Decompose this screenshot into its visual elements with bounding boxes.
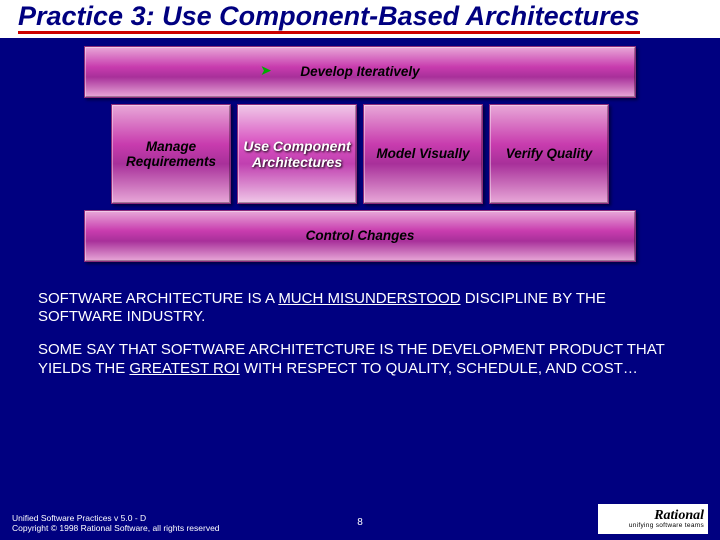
text: SOFTWARE ARCHITECTURE IS A (38, 290, 278, 307)
paragraph-2: SOME SAY THAT SOFTWARE ARCHITETCTURE IS … (38, 341, 682, 379)
body-copy: SOFTWARE ARCHITECTURE IS A MUCH MISUNDER… (0, 276, 720, 379)
logo-brand: Rational (602, 509, 704, 523)
footer-copyright: Copyright © 1998 Rational Software, all … (12, 523, 220, 534)
text: WITH RESPECT TO QUALITY, SCHEDULE, AND C… (240, 360, 638, 377)
footer: Unified Software Practices v 5.0 - D Cop… (0, 504, 720, 534)
piece-label: Use Component Architectures (242, 138, 352, 170)
footer-version: Unified Software Practices v 5.0 - D (12, 513, 220, 524)
text-underlined: MUCH MISUNDERSTOOD (278, 290, 460, 307)
paragraph-1: SOFTWARE ARCHITECTURE IS A MUCH MISUNDER… (38, 290, 682, 328)
rational-logo: Rational unifying software teams (598, 504, 708, 534)
logo-tagline: unifying software teams (602, 523, 704, 530)
piece-label: Verify Quality (506, 146, 593, 161)
piece-develop-iteratively: Develop Iteratively (84, 46, 636, 98)
piece-control-changes: Control Changes (84, 210, 636, 262)
arrow-icon: ➤ (260, 62, 272, 79)
footer-left: Unified Software Practices v 5.0 - D Cop… (12, 513, 220, 534)
title-bar: Practice 3: Use Component-Based Architec… (0, 0, 720, 38)
piece-label: Model Visually (376, 146, 469, 161)
practices-puzzle: Develop Iteratively Manage Requirements … (80, 38, 640, 276)
piece-verify-quality: Verify Quality (489, 104, 609, 204)
piece-label: Manage Requirements (116, 139, 226, 169)
piece-model-visually: Model Visually (363, 104, 483, 204)
slide-title: Practice 3: Use Component-Based Architec… (18, 1, 640, 34)
piece-manage-requirements: Manage Requirements (111, 104, 231, 204)
piece-label: Develop Iteratively (300, 64, 419, 79)
piece-use-component-arch: Use Component Architectures (237, 104, 357, 204)
page-number: 8 (357, 517, 363, 528)
text-underlined: GREATEST ROI (129, 360, 239, 377)
piece-label: Control Changes (306, 228, 415, 243)
